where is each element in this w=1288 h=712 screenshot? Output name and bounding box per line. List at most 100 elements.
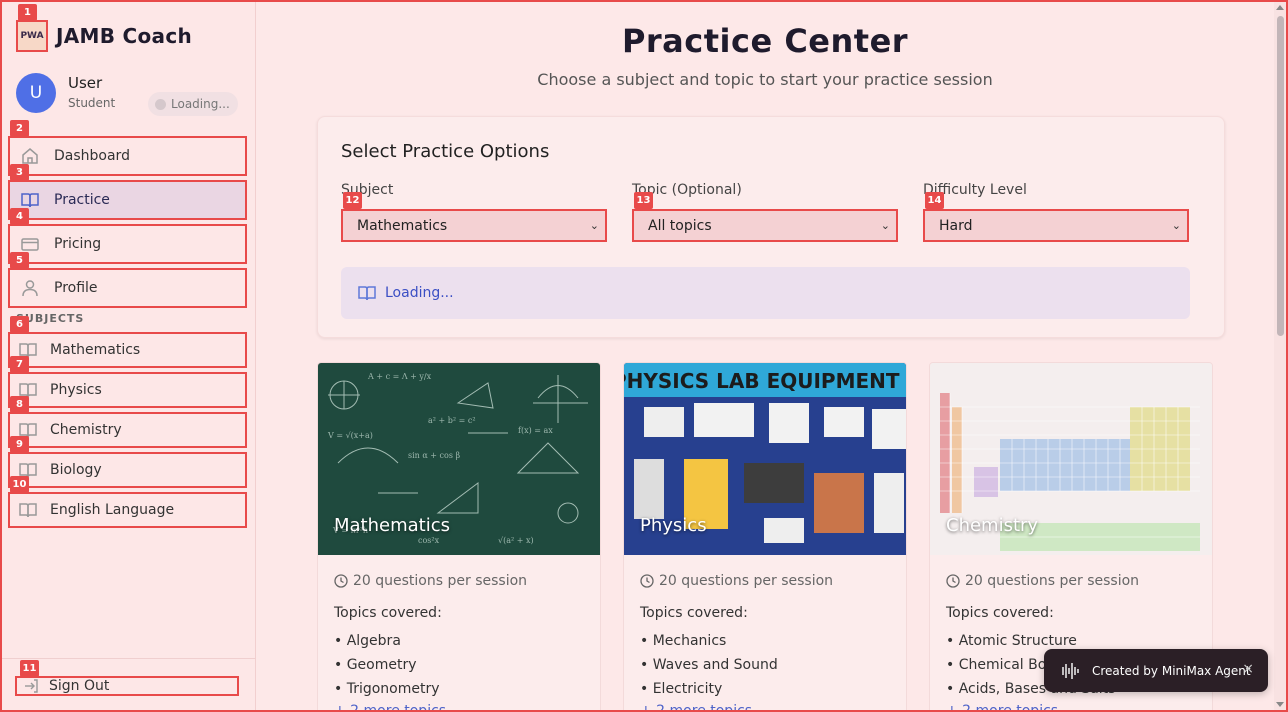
sidebar-item-dashboard[interactable]: Dashboard (8, 136, 247, 176)
sidebar-item-practice[interactable]: Practice (8, 180, 247, 220)
sidebar-item-label: Practice (54, 192, 110, 208)
list-item: • Waves and Sound (640, 657, 778, 673)
questions-per-session: 20 questions per session (334, 573, 527, 589)
list-item: • Algebra (334, 633, 401, 649)
physics-banner-text: PHYSICS LAB EQUIPMENT (624, 369, 900, 393)
topic-select-value: All topics (648, 217, 712, 234)
more-topics-link[interactable]: + 2 more topics (946, 703, 1058, 712)
svg-text:A + c = Λ + y/x: A + c = Λ + y/x (367, 372, 432, 381)
page-title: Practice Center (621, 22, 909, 60)
questions-text: 20 questions per session (659, 573, 834, 589)
main-content: Practice Center Choose a subject and top… (256, 0, 1274, 712)
waveform-icon (1062, 662, 1079, 679)
user-icon (20, 278, 40, 298)
sidebar-item-pricing[interactable]: Pricing (8, 224, 247, 264)
app-name: JAMB Coach (56, 24, 193, 48)
more-topics-link[interactable]: + 2 more topics (640, 703, 752, 712)
sidebar-item-label: Pricing (54, 236, 102, 252)
practice-options-card: Select Practice Options Subject Mathemat… (317, 116, 1225, 338)
card-title: Mathematics (334, 515, 450, 536)
sidebar-item-label: Profile (54, 280, 98, 296)
app-logo: PWA (16, 20, 48, 52)
subject-card-physics[interactable]: PHYSICS LAB EQUIPMENT Physics 20 questio… (623, 362, 907, 712)
sidebar-item-mathematics[interactable]: Mathematics (8, 332, 247, 368)
page-subtitle: Choose a subject and topic to start your… (537, 70, 993, 89)
sidebar-item-label: Physics (50, 382, 102, 398)
sign-out-icon (23, 678, 39, 694)
divider (0, 658, 256, 659)
sidebar-item-chemistry[interactable]: Chemistry (8, 412, 247, 448)
sidebar: PWA JAMB Coach U User Student Loading...… (0, 0, 256, 712)
brand[interactable]: PWA JAMB Coach (16, 20, 192, 52)
card-title: Physics (640, 515, 707, 536)
toast-text: Created by MiniMax Agent (1092, 663, 1251, 678)
marker-14: 14 (925, 192, 944, 209)
book-icon (357, 283, 377, 303)
clock-icon (946, 574, 960, 588)
subject-select[interactable]: Mathematics ⌄ (341, 209, 607, 242)
marker-11: 11 (20, 660, 39, 677)
sidebar-item-physics[interactable]: Physics (8, 372, 247, 408)
home-icon (20, 146, 40, 166)
book-icon (18, 500, 38, 520)
sidebar-item-biology[interactable]: Biology (8, 452, 247, 488)
sign-out-label: Sign Out (49, 678, 110, 694)
svg-text:V = √(x+a): V = √(x+a) (327, 431, 373, 440)
svg-text:cos²x: cos²x (418, 536, 440, 545)
questions-per-session: 20 questions per session (946, 573, 1139, 589)
sidebar-item-label: Biology (50, 462, 102, 478)
svg-text:√(a² + x): √(a² + x) (498, 536, 534, 545)
scroll-up-icon[interactable] (1276, 5, 1284, 10)
physics-banner: PHYSICS LAB EQUIPMENT (624, 369, 906, 395)
more-topics-link[interactable]: + 2 more topics (334, 703, 446, 712)
book-icon (20, 190, 40, 210)
scroll-down-icon[interactable] (1276, 702, 1284, 707)
topics-label: Topics covered: (334, 605, 442, 621)
sidebar-item-profile[interactable]: Profile (8, 268, 247, 308)
difficulty-select[interactable]: Hard ⌄ (923, 209, 1189, 242)
status-badge-label: Loading... (171, 97, 230, 111)
marker-4: 4 (10, 208, 29, 225)
marker-10: 10 (10, 476, 29, 493)
topic-select[interactable]: All topics ⌄ (632, 209, 898, 242)
topics-label: Topics covered: (946, 605, 1054, 621)
close-icon[interactable]: × (1242, 661, 1254, 677)
list-item: • Geometry (334, 657, 417, 673)
questions-per-session: 20 questions per session (640, 573, 833, 589)
marker-5: 5 (10, 252, 29, 269)
sign-out-button[interactable]: Sign Out (15, 676, 239, 696)
marker-1: 1 (18, 4, 37, 21)
subject-card-mathematics[interactable]: A + c = Λ + y/x a² + b² = c² V = √(x+a) … (317, 362, 601, 712)
list-item: • Mechanics (640, 633, 727, 649)
svg-text:a² + b² = c²: a² + b² = c² (428, 416, 476, 425)
list-item: • Chemical Bo (946, 657, 1047, 673)
subject-select-value: Mathematics (357, 217, 448, 234)
card-title: Chemistry (946, 515, 1039, 536)
marker-8: 8 (10, 396, 29, 413)
marker-6: 6 (10, 316, 29, 333)
marker-2: 2 (10, 120, 29, 137)
chevron-down-icon: ⌄ (589, 219, 599, 232)
credit-card-icon (20, 234, 40, 254)
user-profile: U User Student Loading... (16, 73, 240, 117)
questions-text: 20 questions per session (965, 573, 1140, 589)
chevron-down-icon: ⌄ (1171, 219, 1181, 232)
sidebar-item-label: Chemistry (50, 422, 122, 438)
status-badge: Loading... (148, 92, 238, 116)
list-item: • Trigonometry (334, 681, 440, 697)
user-name: User (68, 74, 103, 92)
sidebar-item-label: Dashboard (54, 148, 130, 164)
scrollbar[interactable] (1274, 2, 1286, 710)
difficulty-select-value: Hard (939, 217, 973, 234)
clock-icon (334, 574, 348, 588)
marker-3: 3 (10, 164, 29, 181)
marker-12: 12 (343, 192, 362, 209)
list-item: • Electricity (640, 681, 723, 697)
sidebar-item-english-language[interactable]: English Language (8, 492, 247, 528)
created-by-toast[interactable]: Created by MiniMax Agent × (1044, 649, 1268, 692)
marker-7: 7 (10, 356, 29, 373)
loading-dot-icon (155, 98, 166, 110)
chevron-down-icon: ⌄ (880, 219, 890, 232)
scrollbar-thumb[interactable] (1277, 16, 1284, 336)
sidebar-item-label: Mathematics (50, 342, 141, 358)
